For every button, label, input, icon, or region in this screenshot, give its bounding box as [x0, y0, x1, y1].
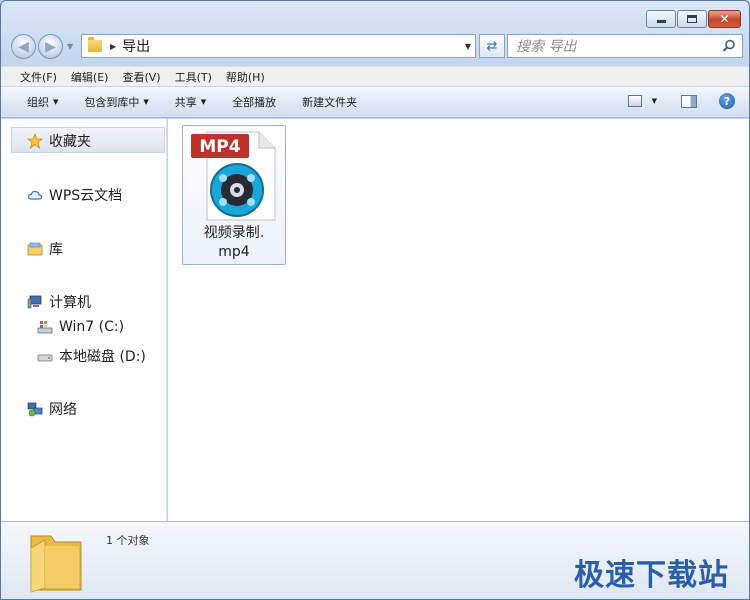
menu-bar: 文件(F) 编辑(E) 查看(V) 工具(T) 帮助(H) — [1, 66, 749, 86]
include-label: 包含到库中 — [84, 96, 140, 109]
maximize-button[interactable] — [677, 10, 707, 28]
object-count: 1 个对象 — [106, 534, 150, 547]
menu-tools[interactable]: 工具(T) — [168, 69, 219, 85]
recent-pages-dropdown[interactable]: ▼ — [67, 42, 73, 51]
organize-button[interactable]: 组织 ▼ — [17, 94, 68, 110]
minimize-icon — [656, 20, 666, 23]
share-button[interactable]: 共享 ▼ — [165, 94, 216, 110]
breadcrumb-current[interactable]: 导出 — [122, 36, 150, 56]
share-label: 共享 — [174, 96, 197, 109]
search-input[interactable]: 搜索 导出 — [507, 34, 743, 58]
file-name: 视频录制. mp4 — [183, 224, 285, 262]
play-all-button[interactable]: 全部播放 — [222, 94, 286, 110]
folder-icon — [88, 37, 102, 52]
view-options-dropdown-icon[interactable]: ▼ — [652, 97, 657, 105]
close-icon: ✕ — [719, 12, 730, 26]
computer-icon — [27, 295, 42, 309]
details-pane: 1 个对象 极速下载站 — [1, 521, 749, 599]
play-all-label: 全部播放 — [232, 96, 277, 109]
menu-edit[interactable]: 编辑(E) — [64, 69, 116, 85]
library-icon — [27, 242, 43, 256]
preview-pane-icon[interactable] — [681, 94, 697, 108]
nav-item-wps-cloud[interactable]: WPS云文档 — [27, 185, 122, 205]
cloud-icon — [27, 190, 43, 200]
file-list-pane[interactable]: MP4 视频录制. mp4 — [168, 119, 749, 521]
maximize-icon — [687, 15, 697, 23]
nav-label-wps-cloud: WPS云文档 — [49, 188, 123, 204]
help-icon[interactable]: ? — [719, 93, 735, 109]
address-bar[interactable]: ▶ 导出 ▼ — [81, 34, 476, 58]
nav-item-computer[interactable]: 计算机 — [27, 292, 91, 312]
command-bar: 组织 ▼ 包含到库中 ▼ 共享 ▼ 全部播放 新建文件夹 ▼ ? — [1, 87, 749, 118]
close-button[interactable]: ✕ — [708, 10, 741, 28]
nav-item-drive-d[interactable]: 本地磁盘 (D:) — [37, 346, 146, 366]
nav-item-libraries[interactable]: 库 — [27, 239, 63, 259]
menu-help[interactable]: 帮助(H) — [219, 69, 272, 85]
chevron-down-icon: ▼ — [143, 98, 149, 106]
change-view-icon[interactable] — [627, 95, 642, 107]
watermark-logo: 极速下载站 — [574, 558, 729, 593]
nav-label-drive-d: 本地磁盘 (D:) — [59, 349, 146, 365]
forward-button[interactable]: ▶ — [38, 34, 63, 59]
address-dropdown-icon[interactable]: ▼ — [465, 42, 471, 51]
file-name-line2: mp4 — [218, 244, 250, 260]
mp4-file-icon: MP4 — [191, 131, 276, 221]
explorer-window: ✕ ◀ ▶ ▼ ▶ 导出 ▼ ⇄ 搜索 导出 文件(F) 编辑(E) 查看(V)… — [0, 0, 750, 600]
drive-icon — [37, 354, 53, 362]
navigation-pane: 收藏夹 WPS云文档 库 计算机 Win7 (C:) 本地磁盘 (D:) 网络 — [1, 119, 167, 521]
nav-label-drive-c: Win7 (C:) — [59, 319, 125, 335]
refresh-icon: ⇄ — [486, 38, 498, 54]
system-drive-icon — [37, 321, 53, 334]
chevron-down-icon: ▼ — [53, 98, 59, 106]
nav-label-computer: 计算机 — [49, 295, 91, 311]
file-name-line1: 视频录制. — [203, 225, 265, 241]
address-row: ◀ ▶ ▼ ▶ 导出 ▼ ⇄ 搜索 导出 — [9, 32, 743, 60]
minimize-button[interactable] — [646, 10, 676, 28]
new-folder-label: 新建文件夹 — [302, 96, 358, 109]
breadcrumb-arrow-icon[interactable]: ▶ — [110, 42, 116, 51]
menu-file[interactable]: 文件(F) — [13, 69, 64, 85]
file-item-mp4[interactable]: MP4 视频录制. mp4 — [182, 125, 286, 265]
nav-item-drive-c[interactable]: Win7 (C:) — [37, 319, 124, 335]
chevron-down-icon: ▼ — [200, 98, 207, 106]
search-icon[interactable] — [722, 39, 736, 53]
menu-view[interactable]: 查看(V) — [115, 69, 167, 85]
search-placeholder: 搜索 导出 — [516, 39, 577, 55]
nav-label-network: 网络 — [49, 402, 77, 418]
nav-item-network[interactable]: 网络 — [27, 399, 77, 419]
back-button[interactable]: ◀ — [11, 34, 36, 59]
nav-item-favorites[interactable]: 收藏夹 — [27, 131, 91, 151]
star-icon — [27, 133, 43, 149]
caption-buttons: ✕ — [646, 10, 741, 28]
new-folder-button[interactable]: 新建文件夹 — [292, 94, 367, 110]
network-icon — [27, 402, 43, 417]
nav-label-favorites: 收藏夹 — [49, 134, 91, 150]
include-in-library-button[interactable]: 包含到库中 ▼ — [74, 94, 158, 110]
forward-arrow-icon: ▶ — [45, 38, 56, 55]
refresh-button[interactable]: ⇄ — [479, 34, 505, 58]
command-bar-right: ▼ ? — [627, 93, 735, 109]
back-arrow-icon: ◀ — [18, 38, 29, 55]
folder-icon — [30, 535, 82, 593]
mp4-badge-text: MP4 — [199, 137, 240, 157]
organize-label: 组织 — [27, 96, 49, 109]
nav-label-libraries: 库 — [49, 242, 63, 258]
